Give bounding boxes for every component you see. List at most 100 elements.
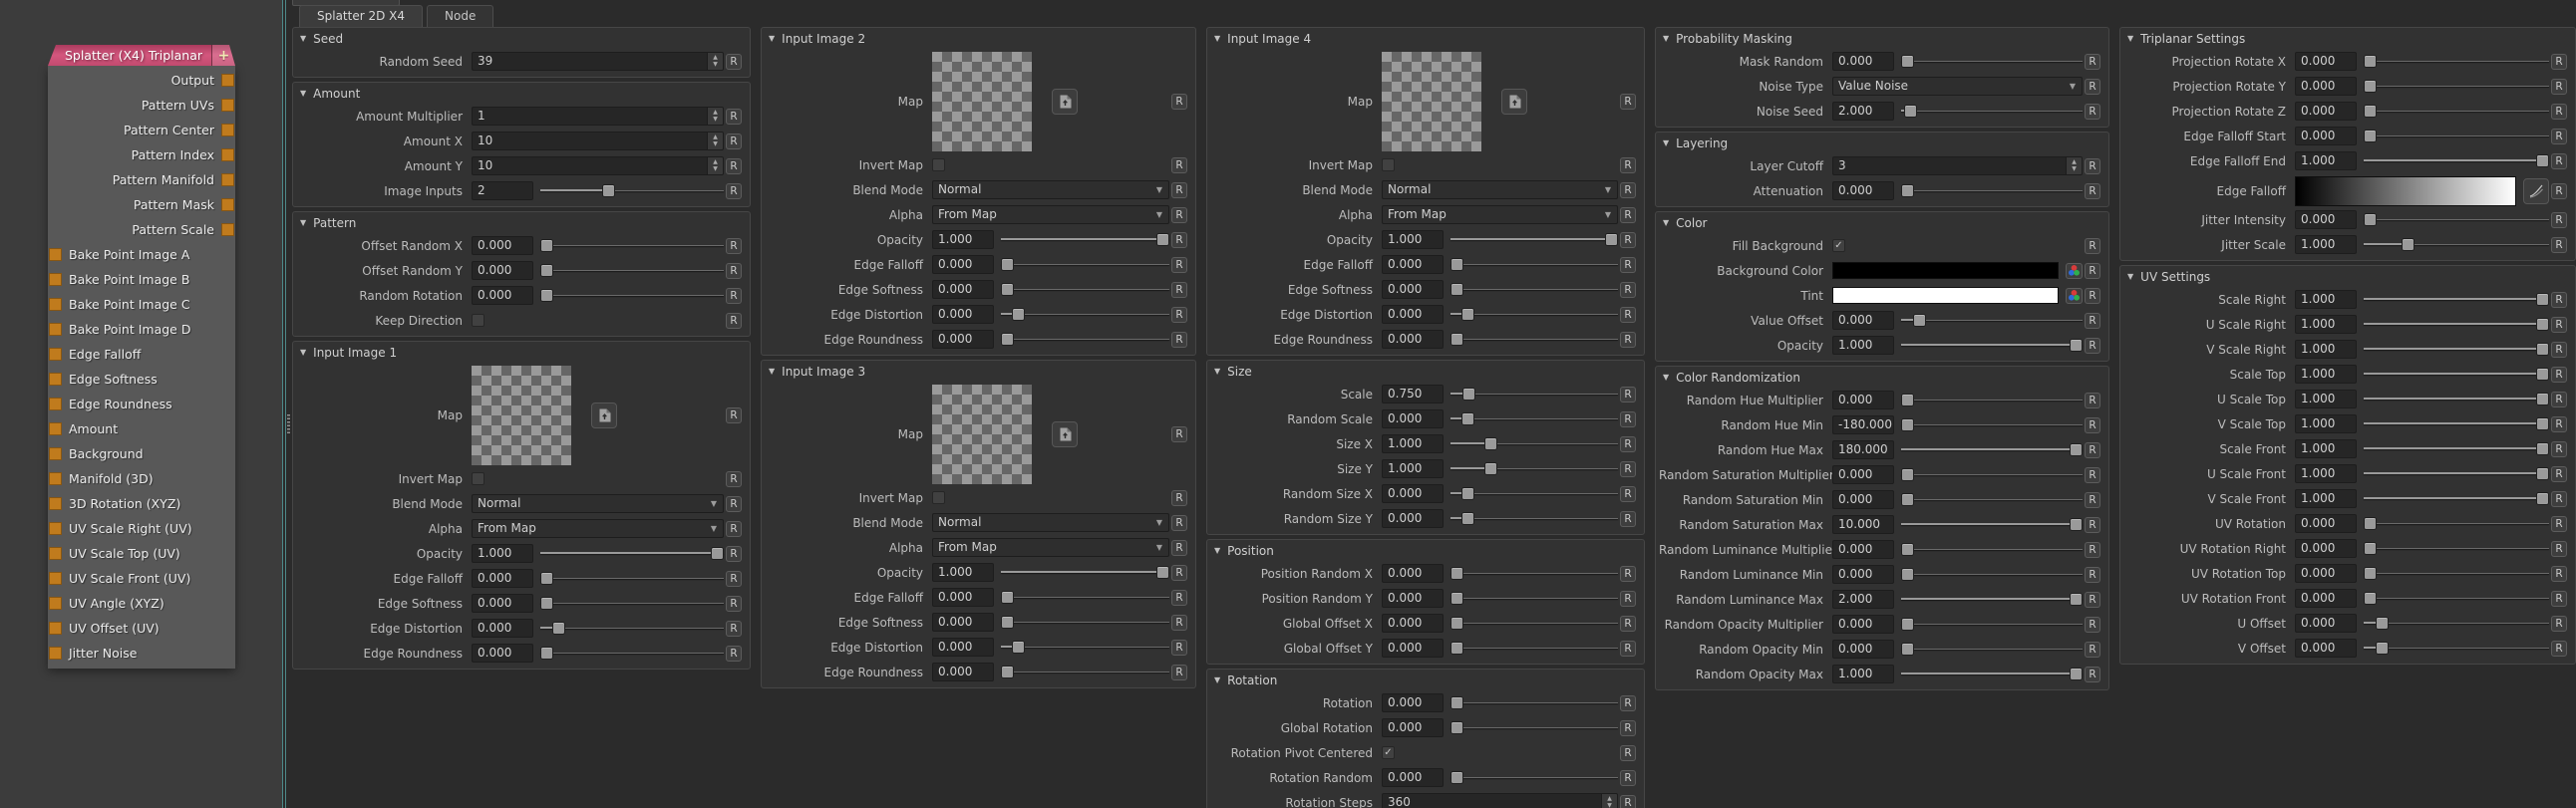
slider-handle[interactable] [2070, 593, 2083, 606]
size-random-size-x-value[interactable]: 0.000 [1382, 484, 1444, 503]
slider-handle[interactable] [711, 547, 724, 560]
color-randomization-random-luminance-min-value[interactable]: 0.000 [1832, 565, 1894, 584]
color-randomization-random-saturation-multiplier-slider[interactable] [1901, 465, 2083, 484]
size-random-size-y-slider[interactable] [1450, 509, 1618, 528]
triplanar-settings-jitter-intensity-reset-button[interactable]: R [2551, 212, 2567, 228]
uv-settings-u-scale-right-value[interactable]: 1.000 [2295, 315, 2357, 334]
input-image-4-alpha-dropdown[interactable]: From Map▼ [1382, 205, 1618, 224]
input-port-jitter-noise[interactable] [49, 647, 62, 660]
input-image-2-edge-distortion-value[interactable]: 0.000 [932, 305, 994, 324]
uv-settings-u-scale-top-value[interactable]: 1.000 [2295, 390, 2357, 408]
input-image-4-opacity-reset-button[interactable]: R [1620, 232, 1636, 248]
input-image-1-invert-map-checkbox[interactable] [472, 472, 484, 485]
triplanar-settings-projection-rotate-y-reset-button[interactable]: R [2551, 79, 2567, 95]
input-image-2-opacity-reset-button[interactable]: R [1171, 232, 1187, 248]
input-image-2-opacity-slider[interactable] [1001, 230, 1169, 249]
slider-handle[interactable] [1156, 566, 1169, 579]
input-image-1-invert-map-reset-button[interactable]: R [726, 471, 742, 487]
input-image-2-edge-softness-slider[interactable] [1001, 280, 1169, 299]
size-scale-slider[interactable] [1450, 385, 1618, 404]
color-opacity-reset-button[interactable]: R [2085, 338, 2100, 354]
slider-handle[interactable] [1901, 568, 1914, 581]
input-image-4-edge-roundness-slider[interactable] [1450, 330, 1618, 349]
triplanar-settings-edge-falloff-end-slider[interactable] [2364, 151, 2549, 170]
input-image-2-map-upload-button[interactable] [1052, 89, 1078, 115]
amount-amount-multiplier-reset-button[interactable]: R [726, 109, 742, 125]
size-size-x-slider[interactable] [1450, 434, 1618, 453]
input-image-4-map-reset-button[interactable]: R [1620, 94, 1636, 110]
position-position-random-y-slider[interactable] [1450, 589, 1618, 608]
color-randomization-random-opacity-min-reset-button[interactable]: R [2085, 642, 2100, 658]
input-image-1-map-upload-button[interactable] [591, 403, 617, 428]
layering-attenuation-slider[interactable] [1901, 181, 2083, 200]
input-image-1-alpha-dropdown[interactable]: From Map▼ [472, 519, 724, 538]
slider-handle[interactable] [1001, 591, 1014, 604]
size-random-scale-slider[interactable] [1450, 409, 1618, 428]
spin-down-icon[interactable]: ▼ [713, 166, 718, 172]
color-background-color-swatch[interactable] [1832, 262, 2059, 279]
input-image-4-edge-roundness-value[interactable]: 0.000 [1382, 330, 1444, 349]
slider-handle[interactable] [540, 264, 553, 277]
slider-handle[interactable] [2536, 368, 2549, 381]
uv-settings-v-scale-top-reset-button[interactable]: R [2551, 416, 2567, 432]
color-randomization-random-opacity-multiplier-value[interactable]: 0.000 [1832, 615, 1894, 634]
slider-handle[interactable] [540, 647, 553, 660]
triplanar-settings-edge-falloff-start-reset-button[interactable]: R [2551, 129, 2567, 144]
rotation-rotation-slider[interactable] [1450, 693, 1618, 712]
size-size-x-value[interactable]: 1.000 [1382, 434, 1444, 453]
uv-settings-v-scale-top-value[interactable]: 1.000 [2295, 414, 2357, 433]
rotation-rotation-random-slider[interactable] [1450, 768, 1618, 787]
position-global-offset-x-slider[interactable] [1450, 614, 1618, 633]
uv-settings-uv-rotation-value[interactable]: 0.000 [2295, 514, 2357, 533]
input-image-3-edge-distortion-value[interactable]: 0.000 [932, 638, 994, 657]
uv-settings-uv-rotation-front-slider[interactable] [2364, 589, 2549, 608]
slider-handle[interactable] [1901, 55, 1914, 68]
input-image-1-edge-softness-value[interactable]: 0.000 [472, 594, 533, 613]
input-image-1-blend-mode-dropdown[interactable]: Normal▼ [472, 494, 724, 513]
slider-handle[interactable] [1901, 418, 1914, 431]
slider-handle[interactable] [2364, 80, 2377, 93]
color-randomization-random-luminance-max-reset-button[interactable]: R [2085, 592, 2100, 608]
layering-attenuation-reset-button[interactable]: R [2085, 183, 2100, 199]
color-fill-background-reset-button[interactable]: R [2085, 238, 2100, 254]
slider-handle[interactable] [1901, 543, 1914, 556]
slider-handle[interactable] [1605, 233, 1618, 246]
input-image-1-edge-roundness-reset-button[interactable]: R [726, 646, 742, 662]
uv-settings-v-scale-right-reset-button[interactable]: R [2551, 342, 2567, 358]
section-color-randomization-header[interactable]: ▼Color Randomization [1659, 368, 2105, 388]
input-port-uv-angle-xyz[interactable] [49, 597, 62, 610]
slider-handle[interactable] [1901, 468, 1914, 481]
slider-handle[interactable] [2536, 343, 2549, 356]
uv-settings-uv-rotation-front-value[interactable]: 0.000 [2295, 589, 2357, 608]
tab-node[interactable]: Node [427, 5, 493, 27]
slider-handle[interactable] [1904, 105, 1917, 118]
input-image-4-edge-distortion-reset-button[interactable]: R [1620, 307, 1636, 323]
input-image-4-edge-falloff-reset-button[interactable]: R [1620, 257, 1636, 273]
uv-settings-v-scale-top-slider[interactable] [2364, 414, 2549, 433]
uv-settings-v-scale-right-value[interactable]: 1.000 [2295, 340, 2357, 359]
section-position-header[interactable]: ▼Position [1210, 541, 1641, 561]
triplanar-settings-projection-rotate-z-value[interactable]: 0.000 [2295, 102, 2357, 121]
slider-handle[interactable] [1450, 333, 1463, 346]
uv-settings-u-scale-top-reset-button[interactable]: R [2551, 392, 2567, 407]
color-randomization-random-hue-multiplier-reset-button[interactable]: R [2085, 393, 2100, 408]
input-image-3-edge-roundness-reset-button[interactable]: R [1171, 665, 1187, 680]
input-port-amount[interactable] [49, 422, 62, 435]
slider-handle[interactable] [1450, 721, 1463, 734]
section-size-header[interactable]: ▼Size [1210, 362, 1641, 382]
input-port-uv-scale-top-uv[interactable] [49, 547, 62, 560]
input-image-4-edge-softness-reset-button[interactable]: R [1620, 282, 1636, 298]
size-size-y-slider[interactable] [1450, 459, 1618, 478]
triplanar-settings-jitter-intensity-slider[interactable] [2364, 210, 2549, 229]
rotation-rotation-random-reset-button[interactable]: R [1620, 770, 1636, 786]
input-image-3-blend-mode-dropdown[interactable]: Normal▼ [932, 513, 1169, 532]
color-tint-swatch[interactable] [1832, 287, 2059, 304]
slider-handle[interactable] [1001, 258, 1014, 271]
color-randomization-random-opacity-max-value[interactable]: 1.000 [1832, 665, 1894, 683]
spin-down-icon[interactable]: ▼ [1607, 803, 1612, 808]
slider-handle[interactable] [1484, 462, 1497, 475]
uv-settings-scale-top-reset-button[interactable]: R [2551, 367, 2567, 383]
position-position-random-x-slider[interactable] [1450, 564, 1618, 583]
color-value-offset-value[interactable]: 0.000 [1832, 311, 1894, 330]
input-image-3-map-preview[interactable] [932, 385, 1032, 484]
